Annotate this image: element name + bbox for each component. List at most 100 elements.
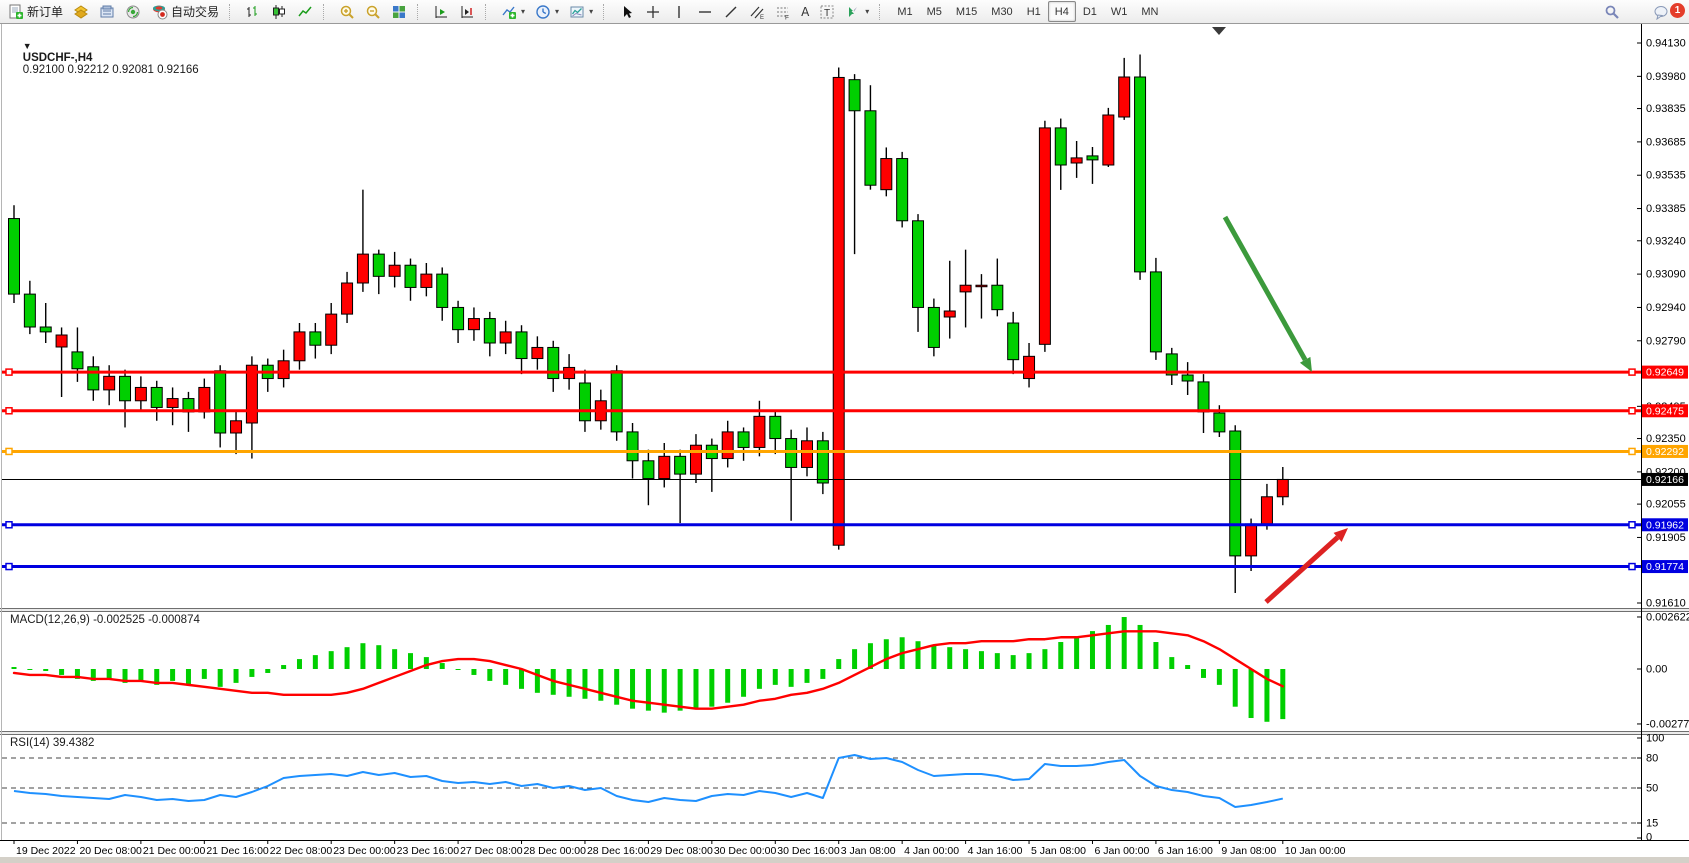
zoom-in-button[interactable] [334, 1, 360, 23]
navigator-icon [125, 4, 141, 20]
timeframe-m30-button[interactable]: M30 [984, 1, 1019, 22]
autotrading-icon [151, 4, 168, 20]
market-watch-icon [73, 4, 89, 20]
svg-text:19 Dec 2022: 19 Dec 2022 [16, 845, 76, 857]
toolbar-separator [485, 4, 491, 20]
text-tool-letter: A [801, 5, 809, 19]
mt4-window: 新订单 [0, 0, 1689, 863]
svg-text:0.91905: 0.91905 [1646, 532, 1686, 544]
text-tool-button[interactable]: A [796, 1, 814, 23]
svg-text:0.92055: 0.92055 [1646, 499, 1686, 511]
price-chart[interactable]: 0.941300.939800.938350.936850.935350.933… [0, 0, 1689, 863]
crosshair-tool-button[interactable] [640, 1, 666, 23]
svg-text:15: 15 [1646, 818, 1658, 830]
svg-text:3 Jan 08:00: 3 Jan 08:00 [841, 845, 896, 857]
svg-text:0.92649: 0.92649 [1646, 367, 1684, 379]
svg-text:9 Jan 08:00: 9 Jan 08:00 [1221, 845, 1276, 857]
svg-text:21 Dec 16:00: 21 Dec 16:00 [206, 845, 269, 857]
svg-text:0.93835: 0.93835 [1646, 103, 1686, 115]
timeframe-m15-button[interactable]: M15 [949, 1, 984, 22]
autotrading-button[interactable]: 自动交易 [146, 1, 224, 23]
svg-text:80: 80 [1646, 753, 1658, 765]
chart-title: ▼ USDCHF-,H4 0.92100 0.92212 0.92081 0.9… [10, 28, 199, 88]
new-order-label: 新订单 [27, 3, 63, 20]
fibonacci-tool-button[interactable]: F [770, 1, 796, 23]
templates-button[interactable]: ▾ [564, 1, 598, 23]
svg-text:T: T [824, 8, 830, 19]
svg-text:0.002622: 0.002622 [1646, 611, 1689, 623]
trendline-tool-button[interactable] [718, 1, 744, 23]
svg-text:0.93535: 0.93535 [1646, 170, 1686, 182]
timeframe-h1-button[interactable]: H1 [1020, 1, 1048, 22]
horizontal-line-tool-button[interactable] [692, 1, 718, 23]
timeframe-d1-button[interactable]: D1 [1076, 1, 1104, 22]
svg-text:23 Dec 16:00: 23 Dec 16:00 [397, 845, 460, 857]
candlestick-mode-button[interactable] [266, 1, 292, 23]
autotrading-label: 自动交易 [171, 3, 219, 20]
chart-dropdown-icon[interactable]: ▼ [23, 41, 32, 51]
svg-text:30 Dec 00:00: 30 Dec 00:00 [714, 845, 777, 857]
rsi-label: RSI(14) 39.4382 [10, 737, 94, 749]
timeframe-mn-button[interactable]: MN [1134, 1, 1165, 22]
svg-text:0.92350: 0.92350 [1646, 433, 1686, 445]
chat-icon [1654, 4, 1670, 20]
cursor-tool-button[interactable] [614, 1, 640, 23]
chart-shift-button[interactable] [454, 1, 480, 23]
vertical-line-tool-button[interactable] [666, 1, 692, 23]
svg-text:0.92166: 0.92166 [1646, 474, 1684, 486]
macd-label: MACD(12,26,9) -0.002525 -0.000874 [10, 614, 200, 626]
svg-text:22 Dec 08:00: 22 Dec 08:00 [270, 845, 333, 857]
periods-button[interactable]: ▾ [530, 1, 564, 23]
svg-text:0.94130: 0.94130 [1646, 38, 1686, 50]
svg-text:27 Dec 08:00: 27 Dec 08:00 [460, 845, 523, 857]
svg-text:0.92940: 0.92940 [1646, 302, 1686, 314]
new-order-icon [8, 4, 24, 20]
bar-chart-mode-button[interactable] [240, 1, 266, 23]
svg-text:30 Dec 16:00: 30 Dec 16:00 [777, 845, 840, 857]
svg-text:-0.00277: -0.00277 [1646, 718, 1689, 730]
search-button[interactable] [1599, 1, 1625, 23]
auto-scroll-button[interactable] [428, 1, 454, 23]
svg-text:6 Jan 16:00: 6 Jan 16:00 [1158, 845, 1213, 857]
toolbar-separator [603, 4, 609, 20]
timeframe-h4-button[interactable]: H4 [1048, 1, 1076, 22]
svg-text:0.93685: 0.93685 [1646, 136, 1686, 148]
toolbar-separator [879, 4, 885, 20]
svg-text:0.91962: 0.91962 [1646, 519, 1684, 531]
timeframe-w1-button[interactable]: W1 [1104, 1, 1135, 22]
zoom-out-button[interactable] [360, 1, 386, 23]
tile-windows-button[interactable] [386, 1, 412, 23]
indicators-button[interactable]: ▾ [496, 1, 530, 23]
toolbar-separator [323, 4, 329, 20]
timeframe-m1-button[interactable]: M1 [890, 1, 919, 22]
svg-text:5 Jan 08:00: 5 Jan 08:00 [1031, 845, 1086, 857]
svg-text:28 Dec 00:00: 28 Dec 00:00 [524, 845, 587, 857]
svg-text:29 Dec 08:00: 29 Dec 08:00 [650, 845, 713, 857]
svg-text:28 Dec 16:00: 28 Dec 16:00 [587, 845, 650, 857]
line-chart-mode-button[interactable] [292, 1, 318, 23]
svg-text:0.93240: 0.93240 [1646, 235, 1686, 247]
channel-tool-button[interactable]: E [744, 1, 770, 23]
svg-text:0.91774: 0.91774 [1646, 561, 1684, 573]
svg-text:0.93385: 0.93385 [1646, 203, 1686, 215]
window-bottom-edge [0, 857, 1689, 863]
svg-text:0.91610: 0.91610 [1646, 598, 1686, 610]
svg-text:0.92475: 0.92475 [1646, 405, 1684, 417]
timeframe-m5-button[interactable]: M5 [920, 1, 949, 22]
svg-text:20 Dec 08:00: 20 Dec 08:00 [79, 845, 142, 857]
notification-badge[interactable]: 1 [1670, 3, 1685, 18]
market-watch-button[interactable] [68, 1, 94, 23]
svg-text:23 Dec 00:00: 23 Dec 00:00 [333, 845, 396, 857]
data-window-button[interactable] [94, 1, 120, 23]
navigator-button[interactable] [120, 1, 146, 23]
svg-text:6 Jan 00:00: 6 Jan 00:00 [1094, 845, 1149, 857]
svg-text:4 Jan 00:00: 4 Jan 00:00 [904, 845, 959, 857]
svg-text:100: 100 [1646, 733, 1664, 745]
arrows-tool-button[interactable]: ▾ [840, 1, 874, 23]
label-tool-button[interactable]: T [814, 1, 840, 23]
main-toolbar: 新订单 [0, 0, 1689, 24]
new-order-button[interactable]: 新订单 [3, 1, 68, 23]
svg-text:50: 50 [1646, 783, 1658, 795]
svg-text:21 Dec 00:00: 21 Dec 00:00 [143, 845, 206, 857]
toolbar-separator [229, 4, 235, 20]
